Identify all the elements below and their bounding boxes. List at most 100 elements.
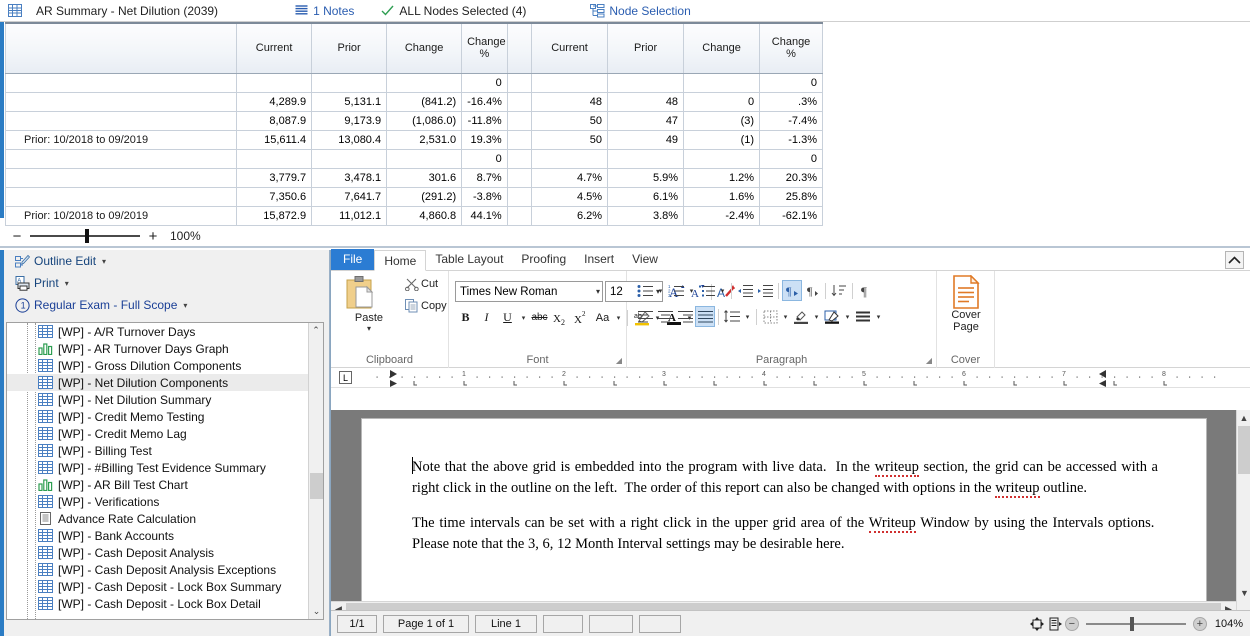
font-dialog-launcher[interactable]: ◢: [616, 356, 622, 365]
table-row[interactable]: 00: [4, 148, 823, 169]
case-dropdown-caret[interactable]: ▾: [613, 314, 624, 322]
copy-button[interactable]: Copy: [403, 299, 447, 313]
cell-changepct-2[interactable]: 0: [759, 72, 823, 93]
cell-change-2[interactable]: 1.2%: [683, 167, 761, 188]
cell-label[interactable]: [4, 110, 238, 131]
cell-change-1[interactable]: [386, 72, 463, 93]
list-item[interactable]: [WP] - Cash Deposit Analysis Exceptions: [7, 561, 309, 578]
list-item[interactable]: [WP] - A/R Turnover Days: [7, 323, 309, 340]
chevron-down-icon[interactable]: ▾: [65, 279, 69, 288]
cell-current-1[interactable]: 3,779.7: [236, 167, 313, 188]
list-item[interactable]: [WP] - Cash Deposit - Lock Box Summary: [7, 578, 309, 595]
grid-zoom-slider[interactable]: [30, 229, 140, 243]
cell-prior-1[interactable]: 5,131.1: [311, 91, 388, 112]
list-item[interactable]: [WP] - Bank Accounts: [7, 527, 309, 544]
paste-dropdown-caret[interactable]: ▾: [343, 324, 395, 333]
cell-changepct-1[interactable]: 8.7%: [461, 167, 508, 188]
italic-button[interactable]: I: [476, 307, 497, 328]
grid-table-container[interactable]: Current Prior Change Change% Current Pri…: [0, 22, 1250, 226]
cell-current-2[interactable]: 50: [531, 110, 609, 131]
col-header-change-2[interactable]: Change: [683, 22, 761, 74]
list-item[interactable]: Advance Rate Calculation: [7, 510, 309, 527]
cell-prior-2[interactable]: 47: [607, 110, 685, 131]
cell-current-2[interactable]: [531, 148, 609, 169]
numbering-dropdown-caret[interactable]: ▾: [686, 287, 697, 295]
print-layout-icon[interactable]: [1047, 616, 1063, 632]
tree-scroll-down-button[interactable]: ⌄: [309, 604, 323, 619]
cell-changepct-1[interactable]: 19.3%: [461, 129, 508, 150]
cell-current-2[interactable]: 48: [531, 91, 609, 112]
status-box-6[interactable]: [639, 614, 681, 633]
list-item[interactable]: [WP] - Gross Dilution Components: [7, 357, 309, 374]
tab-insert[interactable]: Insert: [575, 249, 623, 270]
list-item[interactable]: [WP] - Credit Memo Lag: [7, 425, 309, 442]
cell-prior-2[interactable]: [607, 148, 685, 169]
scope-command[interactable]: 1 Regular Exam - Full Scope ▾: [0, 294, 329, 316]
list-item[interactable]: [WP] - AR Turnover Days Graph: [7, 340, 309, 357]
cell-spacer[interactable]: [506, 110, 533, 131]
list-item[interactable]: [WP] - Net Dilution Summary: [7, 391, 309, 408]
status-zoom-slider-thumb[interactable]: [1129, 616, 1134, 631]
cell-prior-2[interactable]: [607, 72, 685, 93]
cell-prior-2[interactable]: 5.9%: [607, 167, 685, 188]
cell-prior-2[interactable]: 49: [607, 129, 685, 150]
list-item[interactable]: [WP] - Credit Memo Testing: [7, 408, 309, 425]
cell-change-1[interactable]: 2,531.0: [386, 129, 463, 150]
style-lines-dropdown-caret[interactable]: ▾: [873, 313, 884, 321]
cell-change-1[interactable]: 4,860.8: [386, 205, 463, 226]
cell-current-2[interactable]: 6.2%: [531, 205, 609, 226]
list-item[interactable]: [WP] - #Billing Test Evidence Summary: [7, 459, 309, 476]
paste-button[interactable]: Paste ▾: [343, 275, 395, 333]
cell-changepct-1[interactable]: -16.4%: [461, 91, 508, 112]
status-zoom-out-button[interactable]: −: [1064, 616, 1079, 631]
doc-scroll-up-button[interactable]: ▲: [1237, 410, 1250, 425]
borders-dropdown-caret[interactable]: ▾: [780, 313, 791, 321]
cell-change-2[interactable]: 0: [683, 91, 761, 112]
cell-prior-2[interactable]: 48: [607, 91, 685, 112]
cell-change-2[interactable]: (3): [683, 110, 761, 131]
col-header-prior-1[interactable]: Prior: [311, 22, 388, 74]
col-header-current-1[interactable]: Current: [236, 22, 313, 74]
status-box-5[interactable]: [589, 614, 633, 633]
document-vertical-scrollbar[interactable]: ▲ ▼: [1236, 410, 1250, 616]
grid-zoom-in-button[interactable]: +: [146, 229, 160, 244]
list-item[interactable]: [WP] - Net Dilution Components: [7, 374, 309, 391]
cover-page-button[interactable]: Cover Page: [943, 275, 989, 333]
col-header-current-2[interactable]: Current: [531, 22, 609, 74]
cell-current-2[interactable]: 4.7%: [531, 167, 609, 188]
cell-spacer[interactable]: [506, 186, 533, 207]
cell-label[interactable]: [4, 72, 238, 93]
status-page-of[interactable]: Page 1 of 1: [383, 614, 469, 633]
multilevel-dropdown-caret[interactable]: ▾: [717, 287, 728, 295]
sort-button[interactable]: [829, 280, 849, 301]
cell-spacer[interactable]: [506, 148, 533, 169]
cell-prior-1[interactable]: [311, 148, 388, 169]
tab-proofing[interactable]: Proofing: [512, 249, 575, 270]
cell-prior-1[interactable]: [311, 72, 388, 93]
table-row[interactable]: 00: [4, 72, 823, 93]
cell-prior-1[interactable]: 9,173.9: [311, 110, 388, 131]
line-spacing-dropdown-caret[interactable]: ▾: [742, 313, 753, 321]
rtl-text-direction-button[interactable]: ¶: [802, 280, 822, 301]
cell-prior-2[interactable]: 3.8%: [607, 205, 685, 226]
cell-changepct-2[interactable]: .3%: [759, 91, 823, 112]
line-spacing-button[interactable]: [722, 306, 742, 327]
cell-changepct-1[interactable]: 44.1%: [461, 205, 508, 226]
cell-current-2[interactable]: 4.5%: [531, 186, 609, 207]
cell-label[interactable]: Prior: 10/2018 to 09/2019: [4, 205, 238, 226]
tab-table-layout[interactable]: Table Layout: [426, 249, 512, 270]
cell-prior-1[interactable]: 3,478.1: [311, 167, 388, 188]
cell-changepct-2[interactable]: 20.3%: [759, 167, 823, 188]
multilevel-list-button[interactable]: [697, 280, 717, 301]
cell-change-2[interactable]: 1.6%: [683, 186, 761, 207]
strikethrough-button[interactable]: abc: [529, 307, 550, 328]
align-right-button[interactable]: [675, 306, 695, 327]
borders-button[interactable]: [760, 306, 780, 327]
notes-button[interactable]: 1 Notes: [292, 0, 354, 22]
cell-current-1[interactable]: 15,872.9: [236, 205, 313, 226]
cell-prior-1[interactable]: 13,080.4: [311, 129, 388, 150]
outline-edit-command[interactable]: Outline Edit ▾: [0, 250, 329, 272]
ruler-scale[interactable]: 1 2 3 4 5 6 7 8: [352, 368, 1250, 388]
table-row[interactable]: Prior: 10/2018 to 09/2019 15,872.9 11,012.…: [4, 205, 823, 226]
ruler[interactable]: L 1 2 3 4 5 6 7 8: [331, 368, 1250, 388]
